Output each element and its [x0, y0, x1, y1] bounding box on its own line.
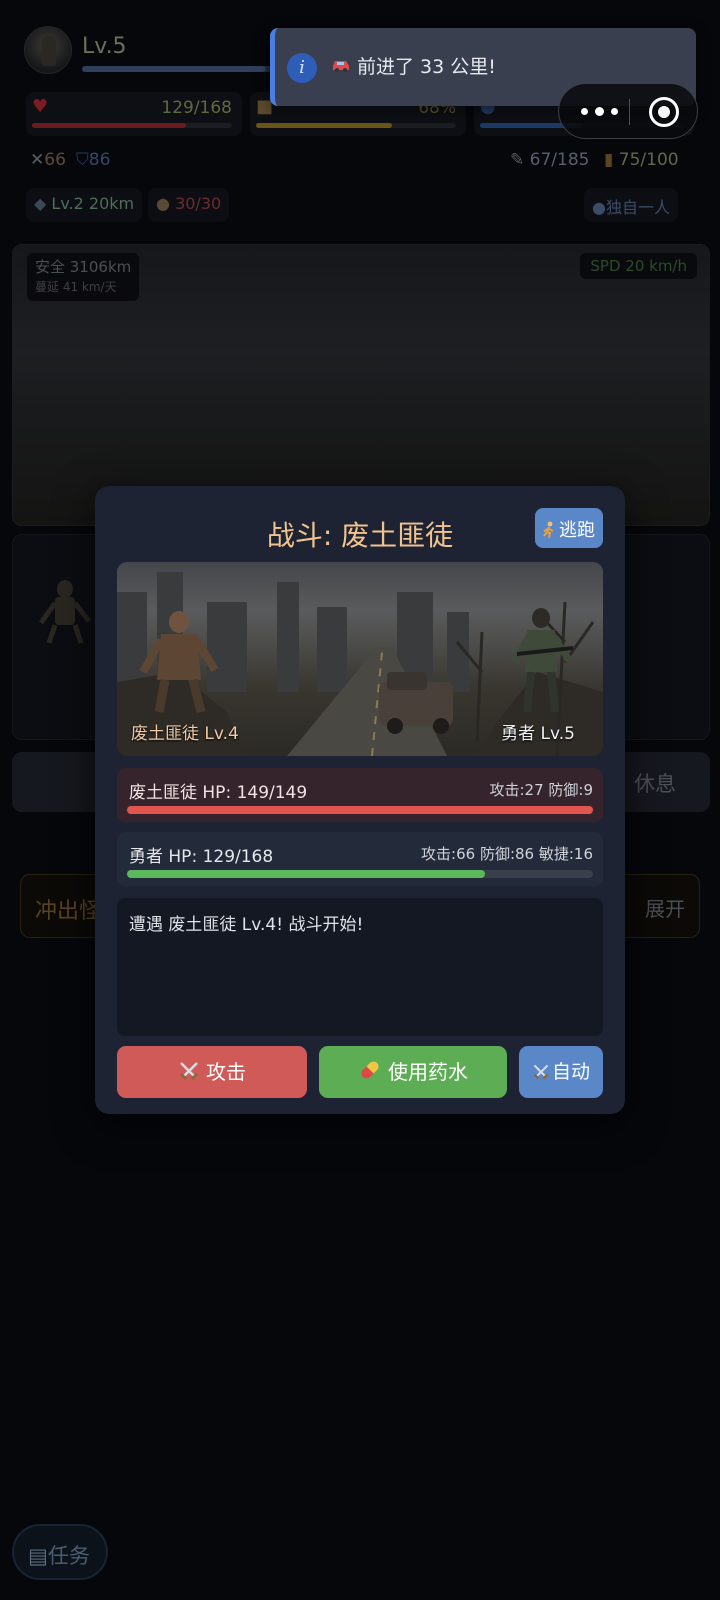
player-hp-bar — [127, 870, 593, 878]
fuel-stat: ▮ 75/100 — [604, 150, 679, 170]
battle-log: 遭遇 废土匪徒 Lv.4! 战斗开始! — [117, 898, 603, 1036]
use-potion-button[interactable]: 使用药水 — [319, 1046, 507, 1098]
party-status[interactable]: ●独自一人 — [584, 188, 678, 222]
flee-button[interactable]: 逃跑 — [535, 508, 603, 548]
enemy-name-label: 废土匪徒 Lv.4 — [131, 724, 239, 744]
swords-icon — [533, 1064, 549, 1080]
enemy-hp-panel: 废土匪徒 HP: 149/149 攻击:27 防御:9 — [117, 768, 603, 822]
player-hp-text: 勇者 HP: 129/168 — [129, 847, 274, 867]
ammo-count: ● 30/30 — [148, 188, 230, 222]
road-scene: 安全 3106km 蔓延 41 km/天 SPD 20 km/h — [12, 244, 710, 526]
fuel-icon: ▮ — [604, 150, 614, 170]
heart-icon: ♥ — [32, 96, 49, 117]
enemy-hp-text: 废土匪徒 HP: 149/149 — [129, 783, 308, 803]
toast-message: 前进了 33 公里! — [357, 56, 496, 78]
player-hp-panel: 勇者 HP: 129/168 攻击:66 防御:86 敏捷:16 — [117, 832, 603, 886]
expand-button[interactable]: 展开 — [645, 893, 685, 922]
safe-distance-badge: 安全 3106km 蔓延 41 km/天 — [27, 253, 140, 301]
car-icon — [333, 61, 349, 72]
enemy-stats: 攻击:27 防御:9 — [489, 781, 593, 799]
character-portrait — [38, 580, 91, 644]
player-avatar[interactable] — [24, 26, 72, 74]
rest-button[interactable]: 休息 — [634, 768, 676, 798]
shield-icon: ⛉ — [76, 150, 89, 170]
more-icon[interactable] — [577, 100, 621, 122]
task-button[interactable]: ▤任务 — [12, 1524, 108, 1580]
info-icon: i — [287, 53, 317, 83]
attack-stat: ✕66 — [30, 150, 66, 170]
auto-battle-button[interactable]: 自动 — [519, 1046, 603, 1098]
swords-icon — [179, 1062, 199, 1081]
ammo-icon: ● — [156, 194, 170, 213]
clipboard-icon: ▤ — [28, 1544, 48, 1568]
speed-badge: SPD 20 km/h — [580, 253, 697, 279]
enemy-hp-bar — [127, 806, 593, 814]
hp-stat: ♥ 129/168 — [26, 92, 242, 136]
hp-value: 129/168 — [161, 98, 232, 118]
close-miniapp-icon[interactable] — [649, 97, 679, 127]
player-stats: 攻击:66 防御:86 敏捷:16 — [421, 845, 593, 863]
people-icon: ● — [592, 198, 606, 217]
car-icon: ◆ — [34, 194, 47, 213]
player-level: Lv.5 — [82, 34, 127, 59]
battle-arena: 废土匪徒 Lv.4 勇者 Lv.5 — [117, 562, 603, 756]
car-level[interactable]: ◆ Lv.2 20km — [26, 188, 143, 222]
quest-title: 冲出怪 — [35, 899, 102, 924]
swords-icon: ✕ — [30, 150, 45, 170]
running-icon — [543, 521, 554, 539]
pill-icon — [361, 1061, 379, 1079]
attack-button[interactable]: 攻击 — [117, 1046, 307, 1098]
parts-stat: ✎ 67/185 — [510, 150, 590, 170]
xp-bar — [82, 66, 282, 72]
miniapp-capsule — [558, 83, 698, 139]
defense-stat: ⛉86 — [76, 150, 111, 170]
battle-modal: 战斗: 废土匪徒 逃跑 废土匪徒 Lv.4 勇者 Lv.5 废土匪徒 HP: 1… — [95, 486, 625, 1114]
player-name-label: 勇者 Lv.5 — [501, 724, 575, 744]
wrench-icon: ✎ — [510, 150, 525, 170]
